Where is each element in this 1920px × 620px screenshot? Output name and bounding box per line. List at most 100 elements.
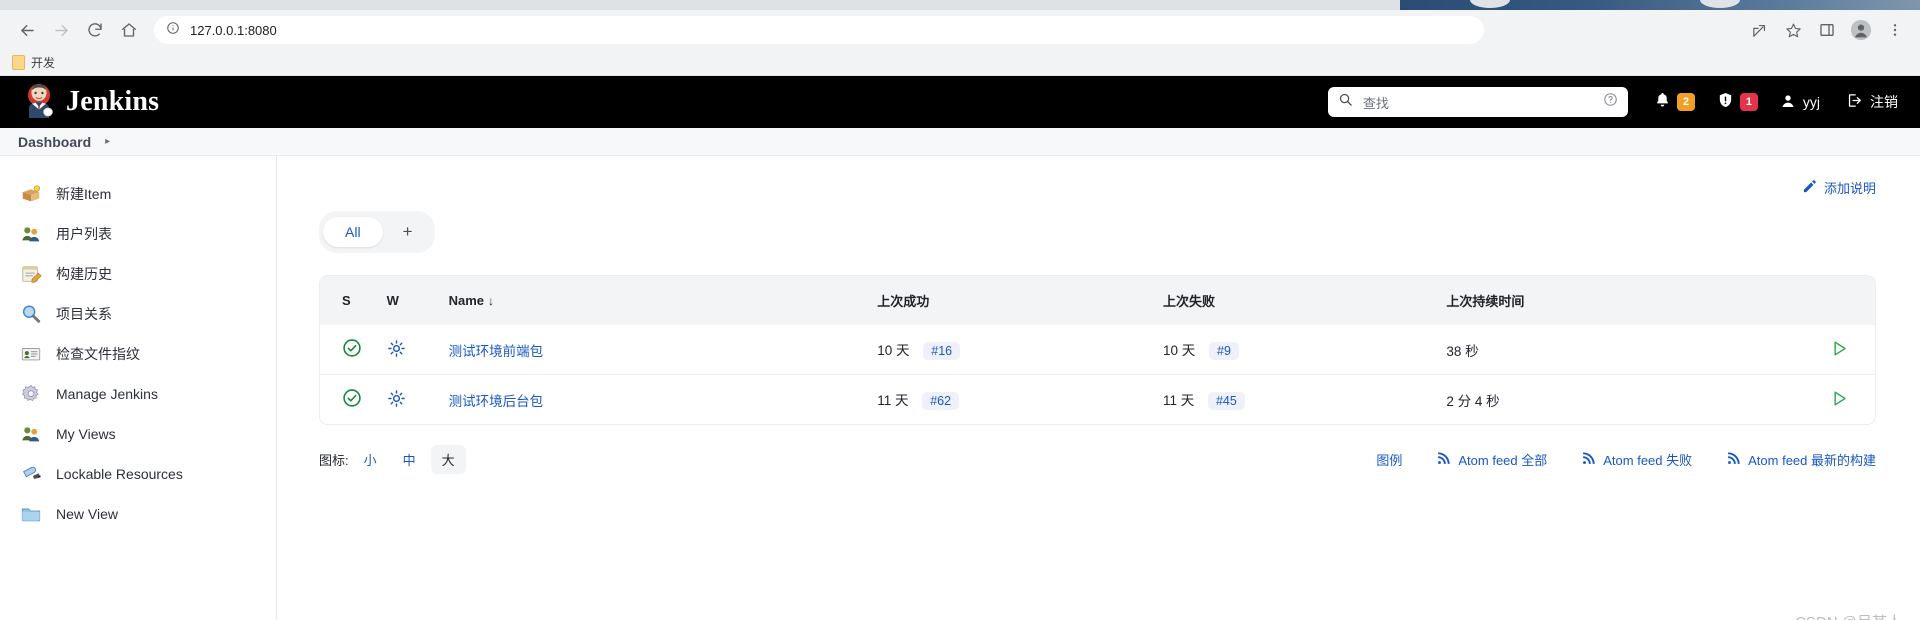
header-status[interactable]: S	[320, 276, 387, 325]
sidebar-item-users[interactable]: 用户列表	[0, 214, 276, 254]
user-name: yyj	[1802, 94, 1820, 110]
brand-title: Jenkins	[66, 86, 160, 117]
main-content: 添加说明 All + S W Name ↓ 上次成功 上次失败 上次持续时间 测…	[277, 156, 1920, 620]
watermark: CSDN @呆某人	[1795, 611, 1902, 620]
user-menu[interactable]: yyj	[1780, 93, 1820, 112]
browser-toolbar: 127.0.0.1:8080	[0, 10, 1920, 50]
star-icon[interactable]	[1778, 15, 1808, 45]
share-icon[interactable]	[1744, 15, 1774, 45]
table-row[interactable]: 测试环境前端包 10 天 #16 10 天 #9 38 秒	[320, 325, 1875, 375]
breadcrumb-item-dashboard[interactable]: Dashboard	[18, 134, 91, 150]
sidebar-item-project-relationship[interactable]: 项目关系	[0, 294, 276, 334]
job-name-link[interactable]: 测试环境前端包	[449, 344, 544, 359]
last-failure-build-link[interactable]: #9	[1209, 342, 1239, 360]
side-panel-icon[interactable]	[1812, 15, 1842, 45]
icon-size-large[interactable]: 大	[430, 445, 466, 474]
sidebar-label: 项目关系	[56, 306, 112, 322]
header-name[interactable]: Name ↓	[448, 276, 878, 325]
header-weather[interactable]: W	[386, 276, 449, 325]
home-icon[interactable]	[112, 13, 146, 47]
alert-count-badge: 1	[1739, 93, 1758, 111]
forward-icon[interactable]	[44, 13, 78, 47]
icon-size-small[interactable]: 小	[353, 445, 388, 474]
browser-tabs-region[interactable]	[1400, 0, 1920, 10]
sidebar-label: 构建历史	[56, 266, 112, 282]
atom-feed-all-link[interactable]: Atom feed 全部	[1436, 450, 1547, 469]
sidebar-item-manage-jenkins[interactable]: Manage Jenkins	[0, 374, 276, 414]
gear-icon	[20, 383, 42, 405]
sidebar: 新建Item 用户列表 构建历史 项目关系 检查文件指纹 Manage Jenk…	[0, 156, 277, 620]
sidebar-item-fingerprint-check[interactable]: 检查文件指纹	[0, 334, 276, 374]
job-name-link[interactable]: 测试环境后台包	[449, 394, 544, 409]
icon-size-medium[interactable]: 中	[392, 445, 427, 474]
sunny-weather-icon[interactable]	[387, 389, 406, 411]
last-failure-build-link[interactable]: #45	[1207, 392, 1245, 410]
cell-last-failure: 11 天 #45	[1162, 374, 1447, 424]
run-build-icon[interactable]	[1830, 390, 1849, 411]
reload-icon[interactable]	[78, 13, 112, 47]
atom-feed-latest-link[interactable]: Atom feed 最新的构建	[1726, 450, 1876, 469]
bookmark-item-dev[interactable]: 开发	[31, 54, 55, 71]
sidebar-item-build-history[interactable]: 构建历史	[0, 254, 276, 294]
chevron-right-icon[interactable]: ▸	[105, 136, 110, 147]
cell-weather	[386, 374, 449, 424]
run-build-icon[interactable]	[1830, 340, 1849, 361]
search-placeholder: 查找	[1362, 95, 1389, 111]
cell-duration: 2 分 4 秒	[1446, 374, 1780, 424]
add-view-button[interactable]: +	[385, 215, 431, 249]
last-failure-time: 10 天	[1162, 343, 1196, 358]
three-dot-menu-icon[interactable]	[1880, 15, 1910, 45]
usb-plug-icon	[20, 463, 42, 485]
sidebar-item-new-item[interactable]: 新建Item	[0, 174, 276, 214]
legend-link[interactable]: 图例	[1376, 450, 1402, 469]
cell-status	[320, 374, 387, 424]
atom-feed-failed-label: Atom feed 失败	[1603, 453, 1693, 468]
header-last-duration[interactable]: 上次持续时间	[1446, 276, 1780, 325]
table-row[interactable]: 测试环境后台包 11 天 #62 11 天 #45 2 分 4 秒	[320, 374, 1875, 424]
jenkins-header: Jenkins 查找 2 1 yyj 注销	[0, 76, 1920, 128]
sidebar-item-new-view[interactable]: New View	[0, 494, 276, 534]
sidebar-label: Lockable Resources	[56, 466, 183, 482]
logout-button[interactable]: 注销	[1846, 92, 1898, 112]
address-bar[interactable]: 127.0.0.1:8080	[154, 16, 1484, 44]
atom-feed-failed-link[interactable]: Atom feed 失败	[1581, 450, 1692, 469]
site-info-icon[interactable]	[166, 21, 180, 40]
cell-weather	[386, 325, 449, 375]
new-item-box-icon	[20, 183, 42, 205]
notifications-button[interactable]: 2	[1654, 91, 1695, 113]
search-icon	[1338, 92, 1353, 112]
help-circle-icon[interactable]	[1603, 92, 1618, 112]
cell-last-success: 11 天 #62	[877, 374, 1163, 424]
logout-icon	[1846, 92, 1863, 112]
folder-bookmark-icon	[12, 55, 25, 70]
build-history-icon	[20, 263, 42, 285]
sidebar-item-lockable-resources[interactable]: Lockable Resources	[0, 454, 276, 494]
cell-last-failure: 10 天 #9	[1162, 325, 1447, 375]
last-success-time: 10 天	[877, 343, 910, 358]
security-alerts-button[interactable]: 1	[1717, 91, 1758, 114]
cell-status	[320, 325, 387, 375]
url-text: 127.0.0.1:8080	[190, 22, 277, 38]
sunny-weather-icon[interactable]	[387, 339, 406, 361]
rss-icon	[1726, 451, 1741, 469]
back-icon[interactable]	[10, 13, 44, 47]
last-success-build-link[interactable]: #62	[922, 392, 960, 410]
sidebar-label: Manage Jenkins	[56, 386, 158, 402]
tab-all[interactable]: All	[323, 217, 383, 247]
profile-avatar-icon[interactable]	[1846, 15, 1876, 45]
last-success-build-link[interactable]: #16	[923, 342, 961, 360]
jenkins-home-link[interactable]: Jenkins	[22, 82, 159, 123]
sidebar-label: My Views	[56, 426, 116, 442]
add-description-link[interactable]: 添加说明	[1802, 178, 1876, 197]
rss-icon	[1436, 451, 1451, 469]
header-last-success[interactable]: 上次成功	[877, 276, 1163, 325]
success-check-icon[interactable]	[342, 389, 362, 411]
sidebar-item-my-views[interactable]: My Views	[0, 414, 276, 454]
jenkins-butler-logo	[22, 82, 56, 123]
bookmarks-bar: 开发	[0, 50, 1920, 76]
last-success-time: 11 天	[877, 393, 909, 408]
view-tabs: All +	[319, 211, 435, 253]
success-check-icon[interactable]	[342, 339, 362, 361]
header-last-failure[interactable]: 上次失败	[1162, 276, 1447, 325]
search-input[interactable]: 查找	[1327, 87, 1628, 117]
